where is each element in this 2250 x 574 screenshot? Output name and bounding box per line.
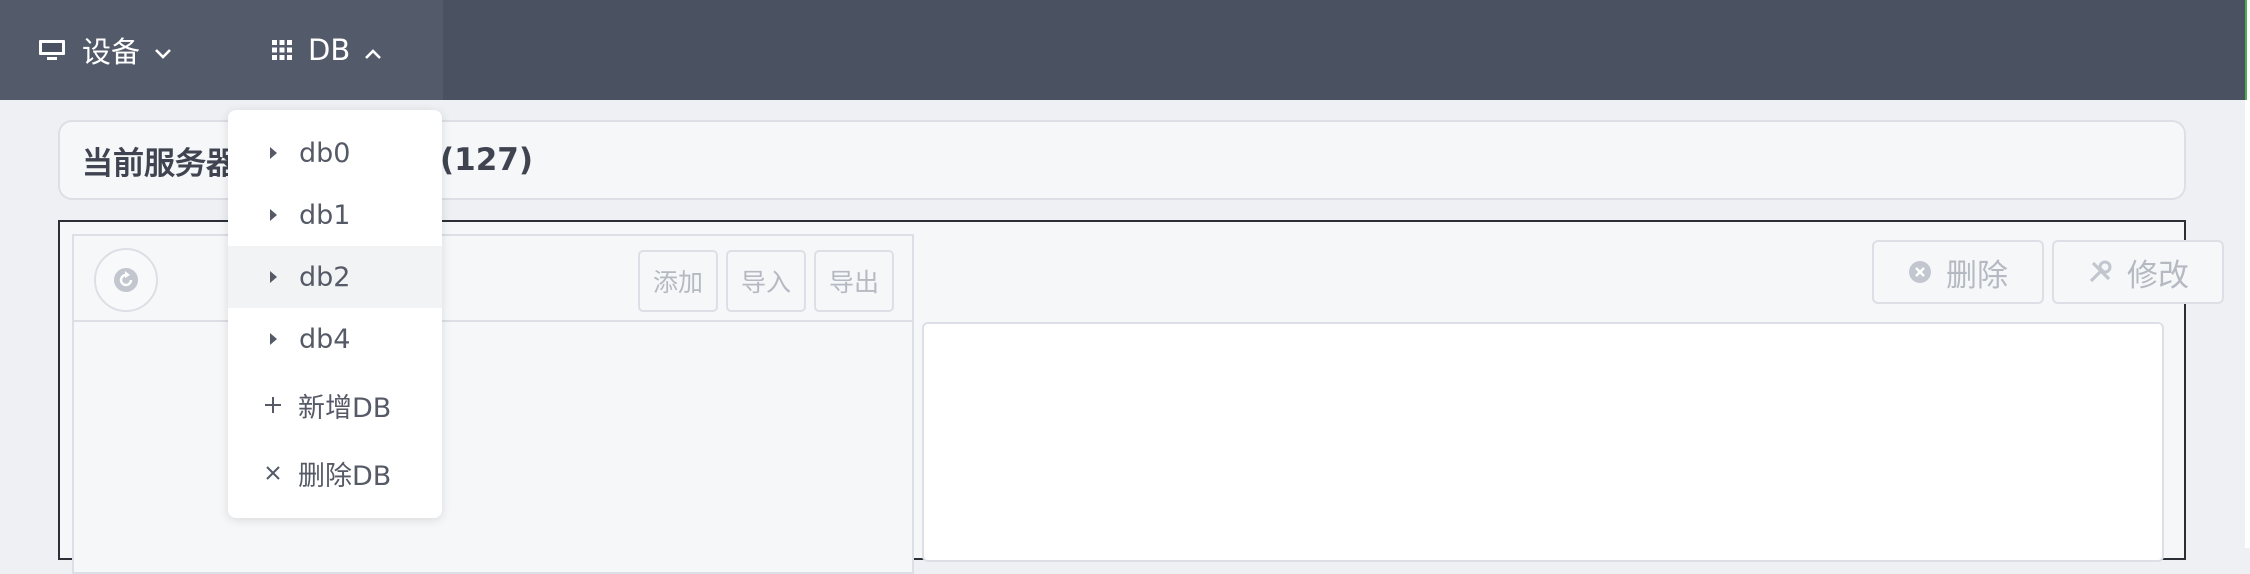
db-menu-item[interactable]: db2: [228, 246, 442, 308]
export-button[interactable]: 导出: [814, 250, 894, 312]
db-menu-item[interactable]: db4: [228, 308, 442, 370]
add-db-label: 新增DB: [298, 392, 392, 424]
grid-icon: [272, 40, 292, 60]
caret-right-icon: [270, 271, 277, 283]
plus-icon: [262, 395, 284, 415]
caret-right-icon: [270, 333, 277, 345]
chevron-down-icon: [154, 33, 172, 67]
db-menu-item-label: db2: [299, 261, 351, 293]
add-db-item[interactable]: 新增DB: [228, 374, 442, 436]
close-icon: [262, 464, 284, 482]
value-editor[interactable]: [922, 322, 2164, 562]
close-circle-icon: [1908, 260, 1932, 284]
db-menu-item-label: db1: [299, 199, 351, 231]
db-menu-item-label: db4: [299, 323, 351, 355]
modify-button[interactable]: 修改: [2052, 240, 2224, 304]
db-menu-item[interactable]: db1: [228, 184, 442, 246]
server-count: (127): [440, 142, 534, 178]
caret-right-icon: [270, 147, 277, 159]
nav-device-label: 设备: [82, 35, 141, 69]
refresh-icon: [112, 266, 140, 294]
chevron-up-icon: [364, 33, 382, 67]
value-pane: 删除 修改: [922, 222, 2224, 562]
page-title: 当前服务器: [82, 145, 237, 182]
key-list-pane: 添加 导入 导出: [72, 234, 914, 574]
nav-db-menu[interactable]: DB: [272, 0, 382, 100]
delete-button[interactable]: 删除: [1872, 240, 2044, 304]
tools-icon: [2087, 259, 2113, 285]
key-list-toolbar: 添加 导入 导出: [74, 236, 912, 322]
db-menu-item[interactable]: db0: [228, 122, 442, 184]
db-dropdown-menu: db0 db1 db2 db4 新增DB 删除DB: [228, 110, 442, 518]
caret-right-icon: [270, 209, 277, 221]
top-navbar: 设备 DB: [0, 0, 2245, 100]
edge-accent: [2245, 0, 2247, 100]
import-button[interactable]: 导入: [726, 250, 806, 312]
db-menu-item-label: db0: [299, 137, 351, 169]
delete-db-label: 删除DB: [298, 460, 392, 492]
delete-db-item[interactable]: 删除DB: [228, 442, 442, 504]
add-button[interactable]: 添加: [638, 250, 718, 312]
nav-db-label: DB: [308, 33, 351, 67]
delete-button-label: 删除: [1946, 257, 2008, 294]
nav-device-menu[interactable]: 设备: [38, 0, 172, 100]
monitor-icon: [38, 39, 66, 61]
refresh-button[interactable]: [94, 248, 158, 312]
window-right-edge: [2245, 0, 2250, 548]
modify-button-label: 修改: [2127, 257, 2189, 294]
